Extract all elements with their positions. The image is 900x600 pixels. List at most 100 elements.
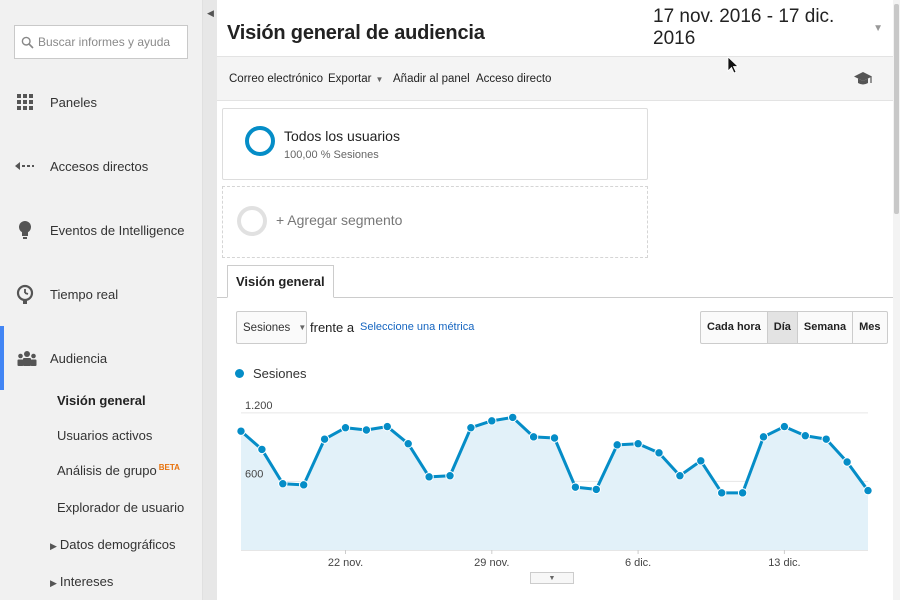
add-to-dashboard-button[interactable]: Añadir al panel: [393, 73, 470, 85]
segment-share: 100,00 % Sesiones: [284, 149, 379, 161]
data-point: [758, 432, 769, 442]
chart-legend: Sesiones: [235, 366, 306, 381]
search-icon: [21, 36, 34, 49]
page-scrollbar[interactable]: [893, 0, 900, 600]
data-point: [570, 482, 581, 492]
export-label: Exportar: [328, 73, 372, 85]
segment-ring-icon: [245, 126, 275, 156]
data-point: [591, 484, 601, 495]
data-point: [466, 423, 476, 433]
page-title: Visión general de audiencia: [227, 22, 485, 44]
data-point: [863, 485, 873, 496]
data-point: [236, 426, 246, 436]
data-point: [654, 448, 664, 458]
beta-badge: BETA: [158, 463, 180, 472]
data-point: [508, 412, 518, 423]
sidebar: Paneles Accesos directos Eventos de Inte…: [0, 0, 203, 600]
segment-ring-icon: [237, 206, 267, 236]
data-point: [612, 440, 622, 450]
segment-name: Todos los usuarios: [284, 128, 400, 144]
sidebar-item-accesos-directos[interactable]: Accesos directos: [0, 134, 203, 198]
main-content: Visión general de audiencia 17 nov. 2016…: [217, 0, 893, 600]
sidebar-subitem-label: Intereses: [59, 574, 114, 589]
select-metric-link[interactable]: Seleccione una métrica: [360, 321, 474, 333]
data-point: [800, 431, 810, 441]
sidebar-subitem-vision-general[interactable]: Visión general: [57, 393, 146, 408]
report-toolbar: Correo electrónico Exportar ▼ Añadir al p…: [217, 56, 893, 101]
data-point: [487, 416, 497, 426]
data-point: [403, 439, 413, 449]
sidebar-subitem-label: Análisis de grupo: [57, 463, 157, 478]
chevron-left-icon: ◀: [207, 8, 214, 18]
sidebar-subitem-explorador-usuario[interactable]: Explorador de usuario: [57, 500, 184, 515]
search-box[interactable]: [14, 25, 188, 59]
sidebar-item-label: Accesos directos: [50, 158, 149, 174]
email-button[interactable]: Correo electrónico: [229, 73, 323, 85]
sidebar-item-audiencia[interactable]: Audiencia: [0, 326, 203, 390]
x-tick-label: 22 nov.: [328, 557, 363, 569]
granularity-hourly-button[interactable]: Cada hora: [701, 312, 768, 343]
data-point: [382, 421, 393, 432]
add-segment-button[interactable]: + Agregar segmento: [222, 186, 648, 258]
data-point: [717, 488, 727, 498]
data-point: [737, 488, 748, 498]
scrollbar-thumb[interactable]: [894, 4, 899, 214]
sidebar-item-paneles[interactable]: Paneles: [0, 70, 203, 134]
data-point: [842, 457, 852, 467]
data-point: [675, 471, 685, 481]
lightbulb-icon: [0, 220, 50, 240]
export-button[interactable]: Exportar ▼: [328, 73, 383, 85]
search-input[interactable]: [38, 35, 183, 49]
sidebar-item-label: Tiempo real: [50, 286, 119, 302]
x-tick-label: 13 dic.: [768, 557, 800, 569]
data-point: [340, 423, 351, 433]
x-tick-label: 29 nov.: [474, 557, 509, 569]
data-point: [633, 439, 643, 449]
shortcut-button[interactable]: Acceso directo: [476, 73, 551, 85]
data-point: [319, 434, 330, 444]
expand-arrow-icon: ▶: [50, 541, 57, 551]
chevron-down-icon: ▼: [375, 75, 384, 84]
granularity-selector: Cada hora Día Semana Mes: [700, 311, 888, 344]
sidebar-subitem-datos-demograficos[interactable]: ▶ Datos demográficos: [50, 537, 176, 552]
data-point: [528, 432, 539, 442]
dashboard-icon: [0, 94, 50, 110]
mouse-cursor-icon: [727, 56, 739, 74]
y-tick-label: 600: [245, 468, 263, 480]
sessions-chart: 1.200 600 22 nov. 29 nov. 6 dic. 13 dic.: [236, 400, 873, 569]
tab-bar: Visión general: [217, 265, 893, 298]
people-icon: [4, 350, 50, 366]
granularity-month-button[interactable]: Mes: [853, 312, 886, 343]
segment-card[interactable]: Todos los usuarios 100,00 % Sesiones: [222, 108, 648, 180]
expand-chart-button[interactable]: ▼: [530, 572, 574, 584]
sidebar-item-label: Eventos de Intelligence: [50, 222, 185, 238]
sidebar-subitem-analisis-grupo[interactable]: Análisis de grupo BETA: [57, 463, 180, 478]
granularity-day-button[interactable]: Día: [767, 312, 798, 343]
data-point: [361, 425, 372, 435]
data-point: [779, 421, 790, 432]
date-range-label: 17 nov. 2016 - 17 dic. 2016: [653, 6, 835, 49]
y-tick-label: 1.200: [245, 400, 273, 412]
granularity-week-button[interactable]: Semana: [798, 312, 854, 343]
sidebar-subitem-label: Datos demográficos: [59, 537, 176, 552]
sidebar-collapse-toggle[interactable]: ◀: [203, 0, 217, 600]
sidebar-item-label: Paneles: [50, 94, 97, 110]
sidebar-item-tiempo-real[interactable]: Tiempo real: [0, 262, 203, 326]
data-point: [257, 444, 267, 455]
sidebar-item-eventos-intelligence[interactable]: Eventos de Intelligence: [0, 198, 203, 262]
sidebar-subitem-usuarios-activos[interactable]: Usuarios activos: [57, 428, 152, 443]
metric-label: Sesiones: [243, 321, 291, 334]
x-tick-label: 6 dic.: [625, 557, 651, 569]
data-point: [278, 479, 288, 489]
legend-swatch: [235, 369, 244, 378]
tab-vision-general[interactable]: Visión general: [227, 265, 334, 298]
sidebar-subitem-intereses[interactable]: ▶ Intereses: [50, 574, 114, 589]
graduation-cap-icon[interactable]: [853, 71, 873, 92]
metric-dropdown[interactable]: Sesiones ▼: [236, 311, 307, 344]
shortcut-icon: [0, 160, 50, 172]
chevron-down-icon: ▼: [873, 22, 883, 34]
expand-arrow-icon: ▶: [50, 578, 57, 588]
chevron-down-icon: ▼: [548, 574, 556, 582]
data-point: [299, 480, 309, 490]
date-range-picker[interactable]: 17 nov. 2016 - 17 dic. 2016 ▼: [653, 6, 883, 49]
